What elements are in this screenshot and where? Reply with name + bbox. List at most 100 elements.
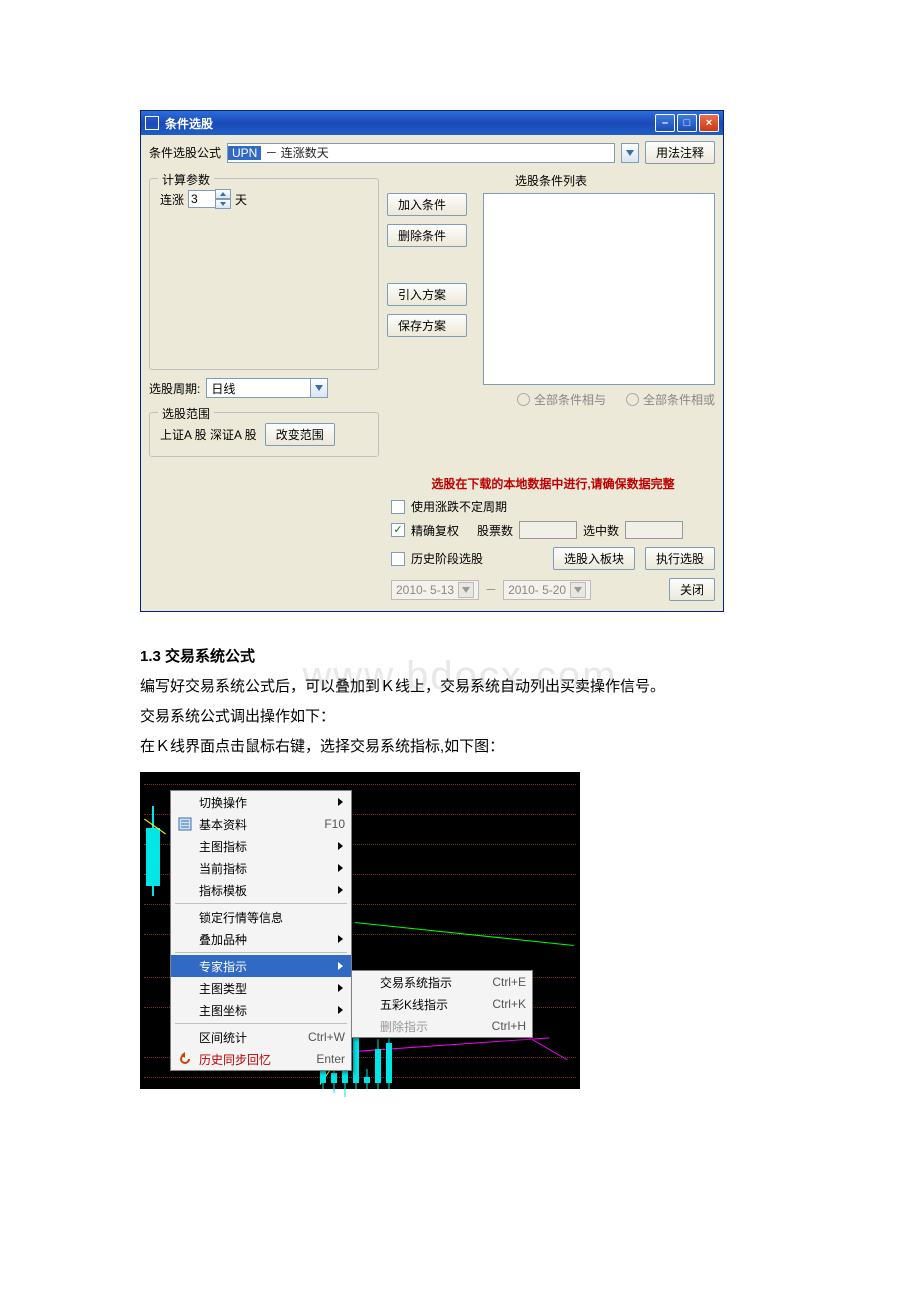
submenu-item[interactable]: 交易系统指示 Ctrl+E	[352, 971, 532, 993]
condition-listbox[interactable]	[483, 193, 715, 385]
menu-label: 基本资料	[199, 816, 247, 833]
paragraph: 交易系统公式调出操作如下：	[140, 702, 780, 732]
date-to-dropdown	[570, 582, 586, 598]
menu-shortcut: Ctrl+K	[492, 997, 526, 1011]
radio-icon	[517, 393, 530, 406]
menu-item[interactable]: 切换操作	[171, 791, 351, 813]
minimize-button[interactable]: –	[655, 114, 675, 132]
usage-button[interactable]: 用法注释	[645, 141, 715, 164]
period-select[interactable]: 日线	[206, 378, 328, 398]
menu-label: 当前指标	[199, 860, 247, 877]
stock-filter-dialog: 条件选股 – □ × 条件选股公式 UPN － 连涨数天 用法注释 计算参数 连…	[140, 110, 724, 612]
candle	[146, 806, 160, 896]
submenu-item[interactable]: 五彩K线指示 Ctrl+K	[352, 993, 532, 1015]
menu-shortcut: Ctrl+H	[492, 1019, 526, 1033]
menu-separator	[175, 903, 347, 904]
radio-and: 全部条件相与	[517, 391, 606, 408]
data-warning: 选股在下载的本地数据中进行,请确保数据完整	[391, 475, 715, 492]
menu-label: 删除指示	[380, 1018, 428, 1035]
menu-shortcut: F10	[324, 817, 345, 831]
range-text: 上证A 股 深证A 股	[160, 426, 257, 443]
context-menu[interactable]: 切换操作基本资料 F10 主图指标当前指标指标模板锁定行情等信息叠加品种专家指示主图…	[170, 790, 352, 1071]
precise-adjust-checkbox[interactable]	[391, 523, 405, 537]
menu-label: 指标模板	[199, 882, 247, 899]
volatile-label: 使用涨跌不定周期	[411, 498, 507, 515]
doc-text: www.bdocx.com 1.3 交易系统公式 编写好交易系统公式后，可以叠加…	[140, 642, 780, 762]
delete-condition-button[interactable]: 删除条件	[387, 224, 467, 247]
spin-up[interactable]	[215, 189, 231, 199]
menu-item[interactable]: 主图类型	[171, 977, 351, 999]
menu-item[interactable]: 历史同步回忆 Enter	[171, 1048, 351, 1070]
date-to: 2010- 5-20	[503, 580, 591, 600]
range-legend: 选股范围	[158, 405, 214, 422]
close-button[interactable]: ×	[699, 114, 719, 132]
radio-or: 全部条件相或	[626, 391, 715, 408]
stock-count-label: 股票数	[477, 522, 513, 539]
param-suffix: 天	[235, 191, 247, 208]
date-from: 2010- 5-13	[391, 580, 479, 600]
to-block-button[interactable]: 选股入板块	[553, 547, 635, 570]
menu-label: 交易系统指示	[380, 974, 452, 991]
menu-item[interactable]: 主图指标	[171, 835, 351, 857]
history-stage-label: 历史阶段选股	[411, 550, 483, 567]
section-heading: 1.3 交易系统公式	[140, 642, 780, 672]
spin-down[interactable]	[215, 199, 231, 209]
param-prefix: 连涨	[160, 191, 184, 208]
window-title: 条件选股	[165, 115, 213, 132]
menu-item[interactable]: 叠加品种	[171, 928, 351, 950]
radio-icon	[626, 393, 639, 406]
formula-combo[interactable]: UPN － 连涨数天	[227, 143, 615, 163]
param-input[interactable]	[188, 190, 216, 208]
period-dropdown-button[interactable]	[310, 379, 327, 397]
menu-shortcut: Enter	[316, 1052, 345, 1066]
change-range-button[interactable]: 改变范围	[265, 423, 335, 446]
doc-icon	[177, 816, 193, 832]
expert-submenu[interactable]: 交易系统指示 Ctrl+E 五彩K线指示 Ctrl+K 删除指示 Ctrl+H	[351, 970, 533, 1038]
menu-item[interactable]: 基本资料 F10	[171, 813, 351, 835]
history-stage-checkbox[interactable]	[391, 552, 405, 566]
param-spinner[interactable]	[188, 189, 231, 209]
precise-adjust-label: 精确复权	[411, 522, 459, 539]
formula-code: UPN	[228, 146, 261, 160]
menu-item[interactable]: 当前指标	[171, 857, 351, 879]
close-dialog-button[interactable]: 关闭	[669, 578, 715, 601]
formula-dropdown-button[interactable]	[621, 143, 639, 163]
menu-label: 区间统计	[199, 1029, 247, 1046]
period-value: 日线	[207, 380, 310, 397]
maximize-button[interactable]: □	[677, 114, 697, 132]
menu-shortcut: Ctrl+E	[492, 975, 526, 989]
run-filter-button[interactable]: 执行选股	[645, 547, 715, 570]
paragraph: 编写好交易系统公式后，可以叠加到Ｋ线上，交易系统自动列出买卖操作信号。	[140, 672, 780, 702]
save-plan-button[interactable]: 保存方案	[387, 314, 467, 337]
menu-separator	[175, 1023, 347, 1024]
menu-item[interactable]: 主图坐标	[171, 999, 351, 1021]
date-from-dropdown	[458, 582, 474, 598]
selected-count-box	[625, 521, 683, 539]
cond-list-title: 选股条件列表	[387, 172, 715, 189]
app-icon	[145, 116, 159, 130]
menu-item[interactable]: 锁定行情等信息	[171, 906, 351, 928]
menu-label: 切换操作	[199, 794, 247, 811]
menu-label: 五彩K线指示	[380, 996, 448, 1013]
period-label: 选股周期:	[149, 380, 200, 397]
import-plan-button[interactable]: 引入方案	[387, 283, 467, 306]
undo-icon	[177, 1051, 193, 1067]
submenu-item: 删除指示 Ctrl+H	[352, 1015, 532, 1037]
menu-label: 历史同步回忆	[199, 1051, 271, 1068]
date-dash: －	[485, 581, 497, 598]
menu-label: 主图坐标	[199, 1002, 247, 1019]
menu-item[interactable]: 指标模板	[171, 879, 351, 901]
menu-label: 叠加品种	[199, 931, 247, 948]
add-condition-button[interactable]: 加入条件	[387, 193, 467, 216]
menu-item[interactable]: 专家指示	[171, 955, 351, 977]
paragraph: 在Ｋ线界面点击鼠标右键，选择交易系统指标,如下图：	[140, 732, 780, 762]
menu-item[interactable]: 区间统计Ctrl+W	[171, 1026, 351, 1048]
menu-label: 主图指标	[199, 838, 247, 855]
titlebar[interactable]: 条件选股 – □ ×	[141, 111, 723, 135]
formula-label: 条件选股公式	[149, 144, 221, 161]
menu-label: 主图类型	[199, 980, 247, 997]
volatile-period-checkbox[interactable]	[391, 500, 405, 514]
menu-label: 专家指示	[199, 958, 247, 975]
k-line-chart: 切换操作基本资料 F10 主图指标当前指标指标模板锁定行情等信息叠加品种专家指示主图…	[140, 772, 580, 1089]
range-group: 选股范围 上证A 股 深证A 股 改变范围	[149, 412, 379, 457]
